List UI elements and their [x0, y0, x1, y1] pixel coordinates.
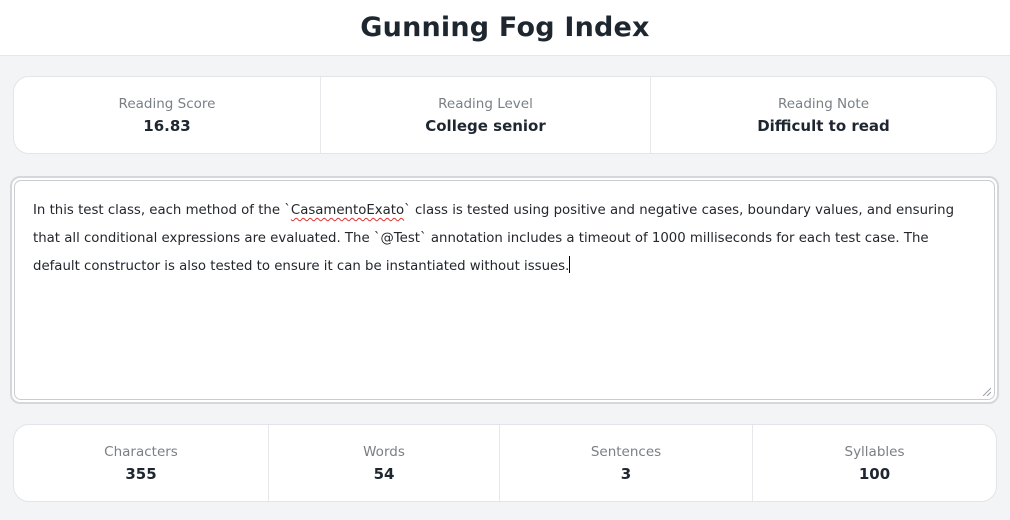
text-segment: In this test class, each method of the `: [33, 203, 291, 218]
app-header: Gunning Fog Index: [0, 0, 1010, 56]
text-stats-card: Characters 355 Words 54 Sentences 3 Syll…: [13, 424, 997, 502]
reading-score-value: 16.83: [143, 116, 191, 135]
words-cell: Words 54: [269, 425, 500, 501]
reading-level-label: Reading Level: [438, 95, 533, 112]
reading-level-value: College senior: [425, 116, 546, 135]
syllables-value: 100: [858, 464, 891, 483]
characters-label: Characters: [104, 443, 178, 460]
characters-value: 355: [125, 464, 157, 483]
resize-handle-icon[interactable]: [981, 386, 991, 396]
text-input-area[interactable]: In this test class, each method of the `…: [14, 180, 995, 400]
text-input-wrapper: In this test class, each method of the `…: [10, 176, 999, 404]
reading-score-label: Reading Score: [118, 95, 216, 112]
sentences-cell: Sentences 3: [500, 425, 753, 501]
words-value: 54: [373, 464, 395, 483]
sentences-label: Sentences: [590, 443, 662, 460]
syllables-cell: Syllables 100: [753, 425, 996, 501]
page-title: Gunning Fog Index: [360, 12, 650, 43]
misspelled-word: CasamentoExato: [290, 203, 405, 218]
characters-cell: Characters 355: [14, 425, 269, 501]
syllables-label: Syllables: [844, 443, 905, 460]
sentences-value: 3: [620, 464, 632, 483]
reading-summary-card: Reading Score 16.83 Reading Level Colleg…: [13, 76, 997, 154]
reading-note-label: Reading Note: [777, 95, 870, 112]
reading-note-value: Difficult to read: [757, 116, 890, 135]
words-label: Words: [363, 443, 405, 460]
reading-level-cell: Reading Level College senior: [321, 77, 651, 153]
reading-note-cell: Reading Note Difficult to read: [651, 77, 996, 153]
text-caret: [569, 256, 571, 273]
reading-score-cell: Reading Score 16.83: [14, 77, 321, 153]
